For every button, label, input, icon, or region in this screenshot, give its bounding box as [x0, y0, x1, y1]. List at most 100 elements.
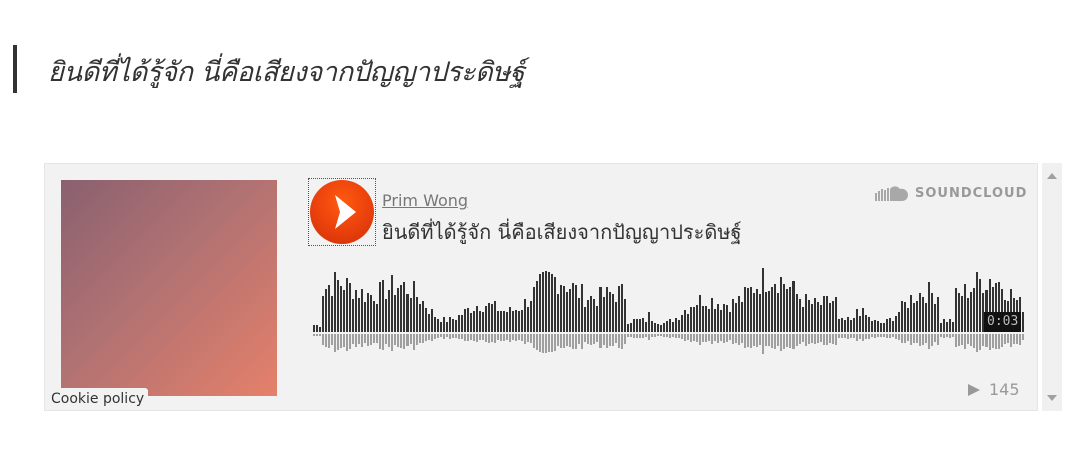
- waveform-reflection-bar: [373, 334, 376, 344]
- waveform-bar: [584, 306, 587, 332]
- waveform-bar: [554, 276, 557, 332]
- waveform-reflection-bar: [1003, 334, 1006, 344]
- waveform-bar: [741, 301, 744, 332]
- waveform-reflection-bar: [349, 334, 352, 350]
- waveform-bar: [361, 289, 364, 332]
- waveform-bar: [340, 285, 343, 332]
- waveform-reflection-bar: [521, 334, 524, 341]
- waveform-bar: [653, 323, 656, 332]
- scrollbar[interactable]: [1042, 163, 1062, 411]
- soundcloud-logo[interactable]: SOUNDCLOUD: [875, 183, 1027, 203]
- waveform-bar: [855, 308, 858, 332]
- waveform-reflection-bar: [747, 334, 750, 348]
- waveform-bar: [744, 286, 747, 332]
- waveform-reflection-bar: [955, 334, 958, 348]
- scroll-down-arrow[interactable]: [1047, 395, 1057, 401]
- waveform-reflection-bar: [563, 334, 566, 349]
- waveform-reflection-bar: [1000, 334, 1003, 348]
- waveform-reflection-bar: [379, 334, 382, 350]
- waveform-bar: [430, 309, 433, 332]
- waveform-bar: [919, 292, 922, 332]
- waveform-bar: [759, 294, 762, 332]
- track-title[interactable]: ยินดีที่ได้รู้จัก นี่คือเสียงจากปัญญาประ…: [382, 216, 742, 248]
- waveform-bar: [325, 288, 328, 332]
- waveform-reflection-bar: [352, 334, 355, 344]
- waveform-reflection-bar: [400, 334, 403, 349]
- waveform-bar: [943, 319, 946, 332]
- waveform-reflection-bar: [436, 334, 439, 339]
- waveform-reflection-bar: [711, 334, 714, 345]
- waveform-reflection-bar: [934, 334, 937, 343]
- waveform-bar: [412, 281, 415, 332]
- artist-link[interactable]: Prim Wong: [382, 191, 468, 210]
- waveform-bar: [367, 293, 370, 332]
- waveform-reflection-bar: [512, 334, 515, 341]
- waveform-reflection-bar: [590, 334, 593, 345]
- waveform-reflection-bar: [783, 334, 786, 349]
- waveform-reflection-bar: [632, 334, 635, 338]
- waveform-reflection-bar: [560, 334, 563, 349]
- waveform-reflection-bar: [855, 334, 858, 342]
- waveform-reflection-bar: [732, 334, 735, 345]
- waveform-bar: [735, 303, 738, 332]
- page-heading: ยินดีที่ได้รู้จัก นี่คือเสียงจากปัญญาประ…: [48, 57, 525, 88]
- waveform-bar: [705, 305, 708, 332]
- waveform-bar: [892, 321, 895, 332]
- waveform-reflection-bar: [726, 334, 729, 343]
- waveform-reflection-bar: [397, 334, 400, 348]
- waveform-reflection-bar: [762, 334, 765, 354]
- waveform-reflection-bar: [493, 334, 496, 344]
- waveform-reflection-bar: [388, 334, 391, 347]
- waveform-bar: [786, 288, 789, 332]
- waveform-reflection-bar: [680, 334, 683, 340]
- play-button[interactable]: [308, 178, 376, 246]
- waveform-reflection-bar: [542, 334, 545, 353]
- waveform-reflection-bar: [656, 334, 659, 337]
- waveform-reflection-bar: [518, 334, 521, 341]
- waveform-bar: [723, 303, 726, 332]
- waveform-reflection-bar: [937, 334, 940, 345]
- waveform-reflection: [313, 334, 1025, 360]
- waveform-bar: [922, 296, 925, 332]
- waveform-reflection-bar: [334, 334, 337, 353]
- waveform-bar: [967, 297, 970, 332]
- waveform-reflection-bar: [418, 334, 421, 343]
- waveform-bar: [822, 295, 825, 332]
- waveform-reflection-bar: [599, 334, 602, 348]
- waveform-reflection-bar: [481, 334, 484, 341]
- waveform-reflection-bar: [587, 334, 590, 344]
- waveform-bar: [548, 272, 551, 332]
- waveform-reflection-bar: [689, 334, 692, 342]
- cookie-policy-link[interactable]: Cookie policy: [47, 388, 149, 410]
- waveform-bar: [885, 318, 888, 332]
- waveform-reflection-bar: [994, 334, 997, 349]
- waveform-reflection-bar: [852, 334, 855, 339]
- track-artwork[interactable]: [61, 180, 277, 396]
- waveform-reflection-bar: [629, 334, 632, 337]
- waveform-bar: [587, 300, 590, 332]
- waveform-bar: [717, 303, 720, 332]
- waveform-bar: [502, 310, 505, 332]
- waveform-reflection-bar: [819, 334, 822, 343]
- waveform-reflection-bar: [705, 334, 708, 342]
- scroll-up-arrow[interactable]: [1047, 173, 1057, 179]
- waveform-reflection-bar: [741, 334, 744, 344]
- waveform-bar: [861, 308, 864, 332]
- waveform-bar: [931, 292, 934, 332]
- waveform-bar: [837, 318, 840, 332]
- waveform-reflection-bar: [551, 334, 554, 352]
- soundcloud-player: Cookie policy Prim Wong ยินดีที่ได้รู้จั…: [44, 163, 1038, 411]
- waveform-reflection-bar: [566, 334, 569, 347]
- waveform-bar: [617, 286, 620, 332]
- waveform[interactable]: [313, 264, 1025, 360]
- waveform-reflection-bar: [469, 334, 472, 340]
- waveform-bar: [524, 298, 527, 332]
- waveform-reflection-bar: [717, 334, 720, 343]
- waveform-bar: [608, 292, 611, 332]
- waveform-bar: [895, 315, 898, 332]
- waveform-bar: [460, 314, 463, 332]
- waveform-reflection-bar: [961, 334, 964, 345]
- waveform-bar: [955, 288, 958, 332]
- waveform-bar: [623, 299, 626, 332]
- waveform-bar: [901, 301, 904, 332]
